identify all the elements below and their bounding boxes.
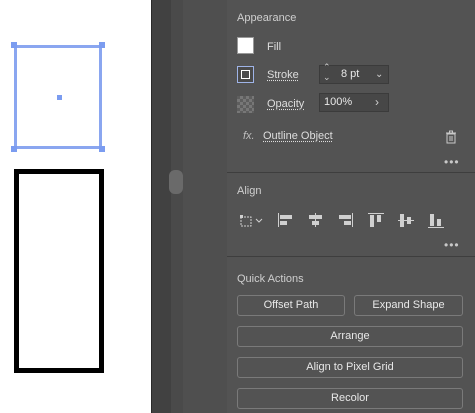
black-stroke-rectangle[interactable]: [14, 169, 104, 373]
section-divider: [227, 256, 475, 257]
align-to-pixel-grid-button[interactable]: Align to Pixel Grid: [237, 357, 463, 378]
opacity-field[interactable]: 100% ›: [319, 93, 389, 112]
panel-collapsed-strip: [183, 0, 228, 413]
opacity-value[interactable]: 100%: [324, 94, 352, 111]
properties-panel: [227, 0, 475, 413]
align-horizontal-center-icon[interactable]: [307, 212, 325, 228]
align-left-icon[interactable]: [277, 212, 295, 228]
align-bottom-icon[interactable]: [427, 212, 445, 228]
appearance-title: Appearance: [237, 12, 297, 24]
align-to-icon[interactable]: [239, 212, 265, 233]
scrollbar-grip[interactable]: [169, 170, 183, 194]
align-top-icon[interactable]: [367, 212, 385, 228]
selection-handle-bottom-right[interactable]: [99, 146, 105, 152]
stroke-label[interactable]: Stroke: [267, 69, 299, 81]
selection-handle-bottom-left[interactable]: [11, 146, 17, 152]
expand-shape-button[interactable]: Expand Shape: [354, 295, 463, 316]
stroke-weight-field[interactable]: ⌃ ⌄ 8 pt ⌄: [319, 62, 389, 84]
stroke-weight-dropdown-icon[interactable]: ⌄: [375, 66, 383, 83]
stepper-down-icon[interactable]: ⌄: [323, 72, 331, 82]
trash-icon[interactable]: [445, 130, 457, 149]
panel-gutter-inner: [171, 0, 183, 413]
opacity-expand-icon[interactable]: ›: [375, 94, 379, 111]
stroke-swatch[interactable]: [237, 66, 254, 83]
arrange-button[interactable]: Arrange: [237, 326, 463, 347]
fill-swatch[interactable]: [237, 37, 254, 54]
fx-icon: fx.: [243, 130, 255, 142]
stepper-up-icon[interactable]: ⌃: [323, 62, 331, 72]
opacity-label[interactable]: Opacity: [267, 98, 304, 110]
quick-actions-title: Quick Actions: [237, 273, 304, 285]
align-title: Align: [237, 185, 262, 197]
section-divider: [227, 172, 475, 173]
appearance-more-options[interactable]: •••: [444, 155, 460, 169]
fill-label: Fill: [267, 41, 282, 53]
align-vertical-center-icon[interactable]: [397, 212, 415, 228]
recolor-button[interactable]: Recolor: [237, 388, 463, 409]
panel-gutter: [151, 0, 172, 413]
selection-center-point: [57, 95, 62, 100]
selection-handle-top-left[interactable]: [11, 42, 17, 48]
opacity-swatch[interactable]: [237, 96, 254, 113]
offset-path-button[interactable]: Offset Path: [237, 295, 345, 316]
stroke-weight-value[interactable]: 8 pt: [341, 66, 359, 83]
selection-handle-top-right[interactable]: [99, 42, 105, 48]
effect-outline-object[interactable]: Outline Object: [263, 130, 333, 142]
align-more-options[interactable]: •••: [444, 238, 460, 252]
align-right-icon[interactable]: [337, 212, 355, 228]
